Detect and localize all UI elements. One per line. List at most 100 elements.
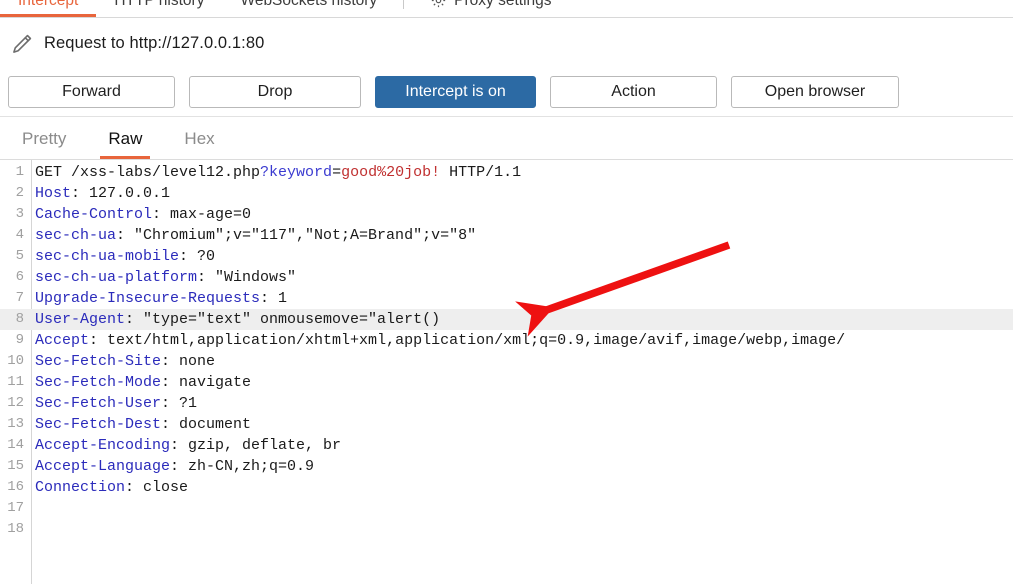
code-token: : navigate [161,374,252,391]
tab-pretty-label: Pretty [22,129,67,148]
code-line[interactable]: 13 Sec-Fetch-Dest: document [0,414,1013,435]
code-token: Sec-Fetch-Mode [35,374,162,391]
tab-intercept-label: Intercept [18,0,79,9]
line-text: Connection: close [35,477,188,498]
tab-pretty[interactable]: Pretty [14,119,74,159]
line-text: Accept-Encoding: gzip, deflate, br [35,435,341,456]
code-token: : "type="text" onmousemove="alert() [125,311,441,328]
gear-icon [430,0,447,9]
tab-websockets-history-label: WebSockets history [240,0,378,9]
code-token: Cache-Control [35,206,153,223]
line-number: 4 [15,227,24,243]
code-line[interactable]: 8 User-Agent: "type="text" onmousemove="a… [0,309,1013,330]
forward-button[interactable]: Forward [8,76,175,108]
line-text: Sec-Fetch-Dest: document [35,414,251,435]
code-token: sec-ch-ua-mobile [35,248,180,265]
tab-hex[interactable]: Hex [176,119,222,159]
line-text: sec-ch-ua-platform: "Windows" [35,267,296,288]
code-line[interactable]: 11 Sec-Fetch-Mode: navigate [0,372,1013,393]
code-line[interactable]: 16 Connection: close [0,477,1013,498]
code-token: : zh-CN,zh;q=0.9 [170,458,315,475]
drop-button[interactable]: Drop [189,76,361,108]
code-line[interactable]: 12 Sec-Fetch-User: ?1 [0,393,1013,414]
line-number: 9 [15,332,24,348]
tab-raw-label: Raw [108,129,143,148]
tab-websockets-history[interactable]: WebSockets history [222,0,395,17]
code-token: : ?1 [161,395,198,412]
line-number: 8 [15,311,24,327]
line-number: 17 [7,500,24,516]
code-line[interactable]: 5 sec-ch-ua-mobile: ?0 [0,246,1013,267]
line-number: 15 [7,458,24,474]
tab-raw[interactable]: Raw [100,119,151,159]
code-token: Accept [35,332,90,349]
line-number: 6 [15,269,24,285]
code-line[interactable]: 18 [0,519,1013,540]
line-text: Sec-Fetch-Mode: navigate [35,372,251,393]
code-token: User-Agent [35,311,126,328]
code-line[interactable]: 10 Sec-Fetch-Site: none [0,351,1013,372]
code-line[interactable]: 4 sec-ch-ua: "Chromium";v="117","Not;A=Br… [0,225,1013,246]
code-token: HTTP/1.1 [440,164,522,181]
line-number: 5 [15,248,24,264]
code-line[interactable]: 6 sec-ch-ua-platform: "Windows" [0,267,1013,288]
line-number: 7 [15,290,24,306]
code-line[interactable]: 1 GET /xss-labs/level12.php?keyword=good%… [0,162,1013,183]
code-token: Connection [35,479,126,496]
code-token: : max-age=0 [152,206,252,223]
code-token: Sec-Fetch-Site [35,353,162,370]
line-number: 18 [7,521,24,537]
code-token: Accept-Language [35,458,171,475]
code-line[interactable]: 7 Upgrade-Insecure-Requests: 1 [0,288,1013,309]
code-token: ?keyword [260,164,333,181]
code-token: : 1 [260,290,288,307]
line-text: Sec-Fetch-User: ?1 [35,393,197,414]
line-text: Accept-Language: zh-CN,zh;q=0.9 [35,456,314,477]
code-token: : document [161,416,252,433]
line-number: 3 [15,206,24,222]
line-number: 12 [7,395,24,411]
code-token: : "Chromium";v="117","Not;A=Brand";v="8" [116,227,477,244]
request-banner: Request to http://127.0.0.1:80 [0,19,1013,68]
code-token: Accept-Encoding [35,437,171,454]
code-line[interactable]: 9 Accept: text/html,application/xhtml+xml… [0,330,1013,351]
tab-http-history-label: HTTP history [114,0,205,9]
code-line[interactable]: 3 Cache-Control: max-age=0 [0,204,1013,225]
code-token: Upgrade-Insecure-Requests [35,290,261,307]
code-token: Sec-Fetch-User [35,395,162,412]
tab-intercept[interactable]: Intercept [0,0,97,17]
line-text: GET /xss-labs/level12.php?keyword=good%2… [35,162,521,183]
code-line[interactable]: 2 Host: 127.0.0.1 [0,183,1013,204]
code-token: good%20job! [341,164,441,181]
burp-proxy-intercept-window: Intercept HTTP history WebSockets histor… [0,0,1013,584]
code-token: : ?0 [179,248,216,265]
line-text: Cache-Control: max-age=0 [35,204,251,225]
line-text: Upgrade-Insecure-Requests: 1 [35,288,287,309]
code-token: sec-ch-ua-platform [35,269,198,286]
request-target-text: Request to http://127.0.0.1:80 [44,34,265,52]
line-number: 2 [15,185,24,201]
code-line[interactable]: 17 [0,498,1013,519]
line-number: 14 [7,437,24,453]
code-line[interactable]: 15 Accept-Language: zh-CN,zh;q=0.9 [0,456,1013,477]
tab-proxy-settings[interactable]: Proxy settings [412,0,569,17]
code-token: : close [125,479,189,496]
line-number: 16 [7,479,24,495]
line-text: Host: 127.0.0.1 [35,183,170,204]
code-token: Host [35,185,72,202]
request-code-body[interactable]: 1 GET /xss-labs/level12.php?keyword=good%… [0,162,1013,540]
code-token: Sec-Fetch-Dest [35,416,162,433]
line-number: 13 [7,416,24,432]
pencil-icon [10,32,34,56]
line-number: 1 [15,164,24,180]
action-button[interactable]: Action [550,76,717,108]
line-text: Accept: text/html,application/xhtml+xml,… [35,330,845,351]
open-browser-button[interactable]: Open browser [731,76,899,108]
raw-request-editor[interactable]: 1 GET /xss-labs/level12.php?keyword=good%… [0,160,1013,584]
intercept-toggle-button[interactable]: Intercept is on [375,76,536,108]
tab-http-history[interactable]: HTTP history [96,0,222,17]
line-text: sec-ch-ua-mobile: ?0 [35,246,215,267]
code-line[interactable]: 14 Accept-Encoding: gzip, deflate, br [0,435,1013,456]
code-token: = [332,164,342,181]
line-text: Sec-Fetch-Site: none [35,351,215,372]
